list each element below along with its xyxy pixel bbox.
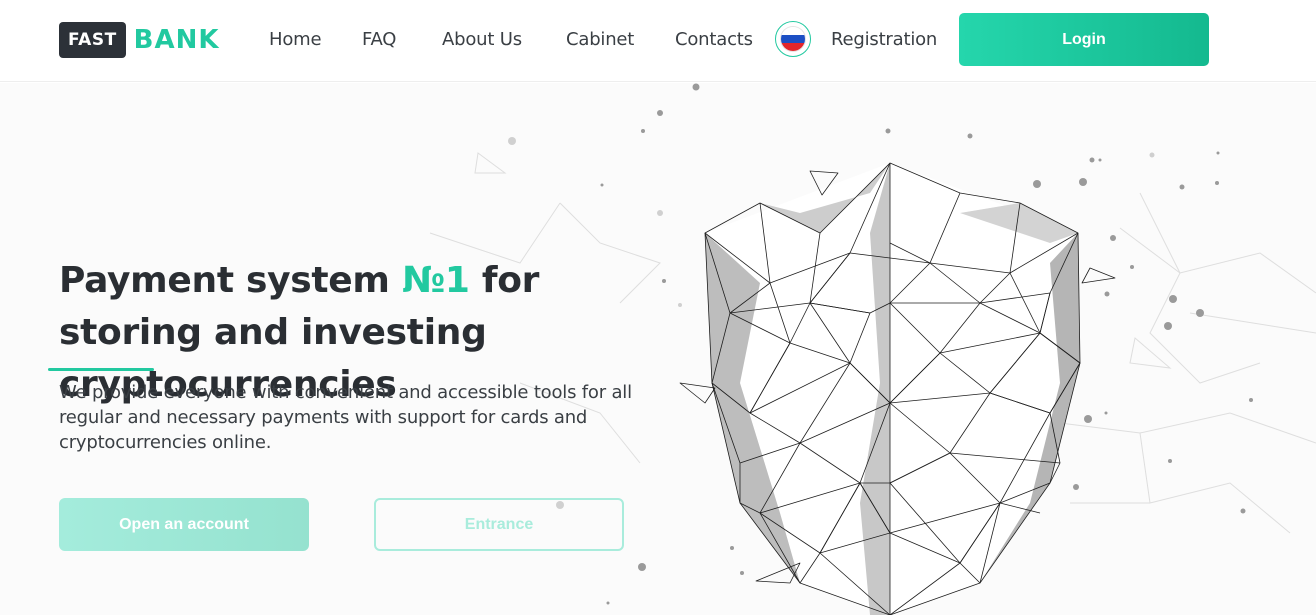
nav-about-us[interactable]: About Us (442, 29, 522, 50)
fastbank-logo[interactable]: FAST BANK (59, 22, 220, 58)
logo-fast-text: FAST (59, 22, 126, 58)
language-switcher[interactable] (775, 21, 811, 57)
hero-description: We provide everyone with convenient and … (59, 382, 632, 453)
nav-cabinet[interactable]: Cabinet (566, 29, 634, 50)
open-account-button[interactable]: Open an account (59, 498, 309, 551)
nav-home[interactable]: Home (269, 29, 322, 50)
headline-underline (48, 368, 154, 371)
login-button[interactable]: Login (959, 13, 1209, 66)
headline-accent: №1 (401, 260, 470, 301)
nav-contacts[interactable]: Contacts (675, 29, 753, 50)
headline-part1: Payment system (59, 260, 402, 301)
site-header: FAST BANK Home FAQ About Us Cabinet Cont… (0, 0, 1316, 82)
russia-flag-icon (781, 27, 805, 51)
nav-faq[interactable]: FAQ (362, 29, 396, 50)
hero-section: Payment system №1 for storing and invest… (0, 83, 1316, 615)
nav-registration[interactable]: Registration (831, 29, 937, 50)
entrance-button[interactable]: Entrance (374, 498, 624, 551)
logo-bank-text: BANK (133, 25, 220, 55)
